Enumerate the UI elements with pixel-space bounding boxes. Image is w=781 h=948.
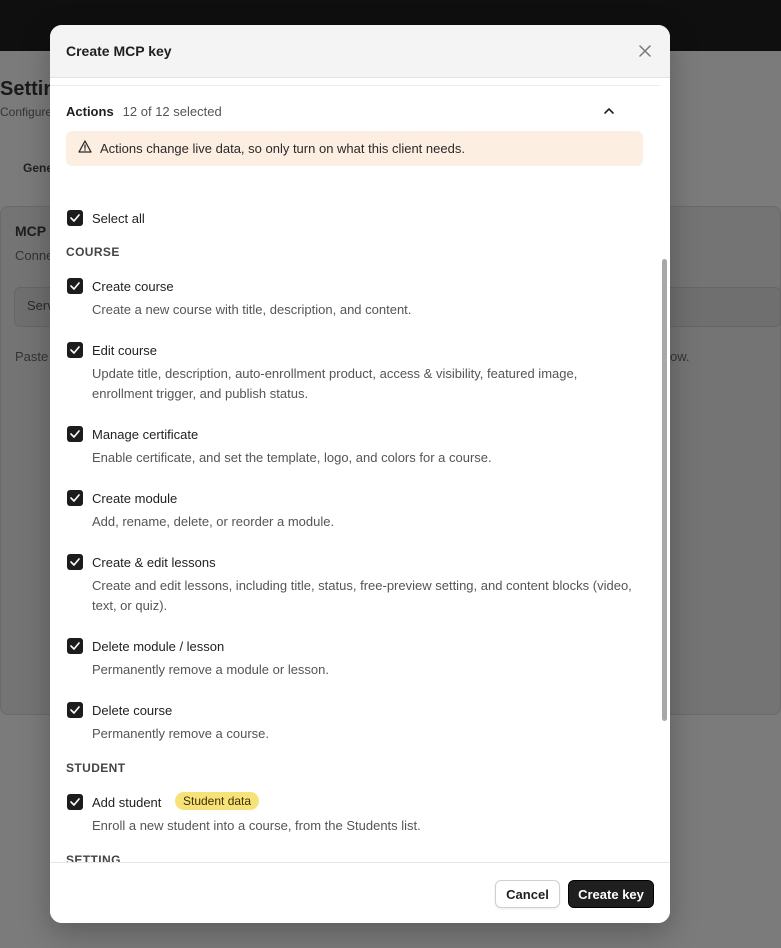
select-all-label[interactable]: Select all [92, 211, 145, 226]
group-student: STUDENT [66, 761, 126, 775]
tab-general[interactable]: Gene [23, 161, 53, 175]
create-course-desc: Create a new course with title, descript… [92, 302, 412, 317]
delete-course-desc: Permanently remove a course. [92, 726, 270, 741]
modal-header: Create MCP key [50, 25, 670, 78]
scrollbar[interactable] [662, 259, 668, 721]
group-setting: SETTING [66, 853, 121, 862]
edit-course-label[interactable]: Edit course [92, 343, 157, 358]
create-course-checkbox[interactable] [67, 278, 83, 294]
mcp-card-subtitle: Conne [15, 248, 54, 263]
cancel-button[interactable]: Cancel [495, 880, 560, 908]
group-course: COURSE [66, 245, 120, 259]
scroll-divider [50, 78, 660, 86]
create-edit-lessons-checkbox[interactable] [67, 554, 83, 570]
student-data-badge: Student data [175, 792, 260, 810]
manage-certificate-desc: Enable certificate, and set the template… [92, 450, 492, 465]
delete-course-label[interactable]: Delete course [92, 703, 172, 718]
manage-certificate-checkbox[interactable] [67, 426, 83, 442]
warning-text: Actions change live data, so only turn o… [100, 141, 465, 156]
create-key-button[interactable]: Create key [568, 880, 654, 908]
create-module-desc: Add, rename, delete, or reorder a module… [92, 514, 335, 529]
select-all-checkbox[interactable] [67, 210, 83, 226]
add-student-label[interactable]: Add student [92, 795, 161, 810]
close-icon[interactable] [636, 42, 654, 60]
create-course-label[interactable]: Create course [92, 279, 174, 294]
create-edit-lessons-desc: Create and edit lessons, including title… [92, 578, 632, 613]
paste-instructions: Paste [15, 349, 49, 364]
paste-instructions-tail: ow. [670, 349, 690, 364]
delete-module-lesson-checkbox[interactable] [67, 638, 83, 654]
scrollbar-thumb[interactable] [662, 259, 667, 721]
actions-title: Actions [66, 103, 114, 119]
add-student-desc: Enroll a new student into a course, from… [92, 818, 421, 833]
chevron-up-icon[interactable] [602, 104, 616, 118]
actions-count: 12 of 12 selected [122, 103, 222, 119]
modal-title: Create MCP key [66, 43, 172, 59]
delete-module-lesson-label[interactable]: Delete module / lesson [92, 639, 224, 654]
delete-course-checkbox[interactable] [67, 702, 83, 718]
manage-certificate-label[interactable]: Manage certificate [92, 427, 198, 442]
modal-footer: Cancel Create key [50, 862, 670, 923]
add-student-checkbox[interactable] [67, 794, 83, 810]
delete-module-lesson-desc: Permanently remove a module or lesson. [92, 662, 330, 677]
create-module-checkbox[interactable] [67, 490, 83, 506]
warning-banner: Actions change live data, so only turn o… [66, 131, 643, 166]
edit-course-checkbox[interactable] [67, 342, 83, 358]
edit-course-desc: Update title, description, auto-enrollme… [92, 366, 578, 401]
modal-body[interactable]: Actions 12 of 12 selected Actions change… [50, 78, 670, 862]
actions-section-header[interactable]: Actions 12 of 12 selected [66, 101, 616, 121]
create-edit-lessons-label[interactable]: Create & edit lessons [92, 555, 216, 570]
mcp-card-title: MCP [15, 223, 47, 239]
create-module-label[interactable]: Create module [92, 491, 177, 506]
page-subtitle: Configure [0, 105, 53, 119]
page-title: Settin [0, 78, 56, 100]
create-mcp-key-modal: Create MCP key Actions 12 of 12 selected… [50, 25, 670, 923]
warning-icon [78, 139, 92, 158]
